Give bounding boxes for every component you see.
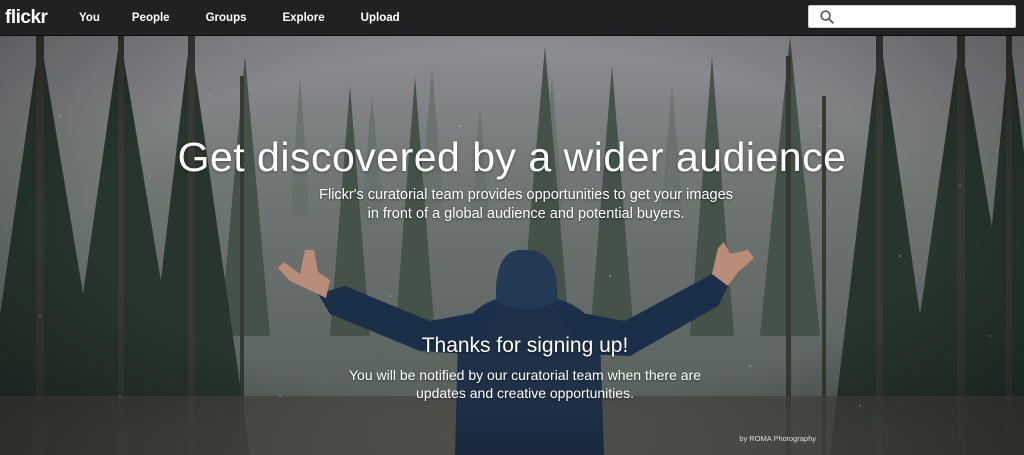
search-box[interactable] — [808, 5, 1016, 28]
nav-item-people[interactable]: People — [132, 12, 170, 24]
hero-headline: Get discovered by a wider audience — [177, 134, 847, 180]
nav-item-groups[interactable]: Groups — [206, 12, 247, 24]
photo-credit[interactable]: by ROMA Photography — [739, 434, 816, 443]
nav-item-upload[interactable]: Upload — [361, 12, 400, 24]
hero-subtext: Flickr's curatorial team provides opport… — [319, 187, 733, 222]
search-icon[interactable] — [820, 9, 834, 24]
signup-confirmation-title: Thanks for signing up! — [421, 334, 629, 357]
signup-confirmation-message: You will be notified by our curatorial t… — [348, 367, 702, 401]
nav-item-explore[interactable]: Explore — [282, 12, 324, 24]
flickr-logo[interactable]: flickr — [5, 7, 69, 29]
search-input[interactable] — [834, 6, 1015, 27]
top-navigation-bar: flickr You People Groups Explore Upload — [0, 0, 1024, 36]
nav-item-you[interactable]: You — [79, 12, 100, 24]
nav-menu: You People Groups Explore Upload — [69, 12, 436, 24]
hero-banner: Get discovered by a wider audience Flick… — [0, 36, 1024, 455]
